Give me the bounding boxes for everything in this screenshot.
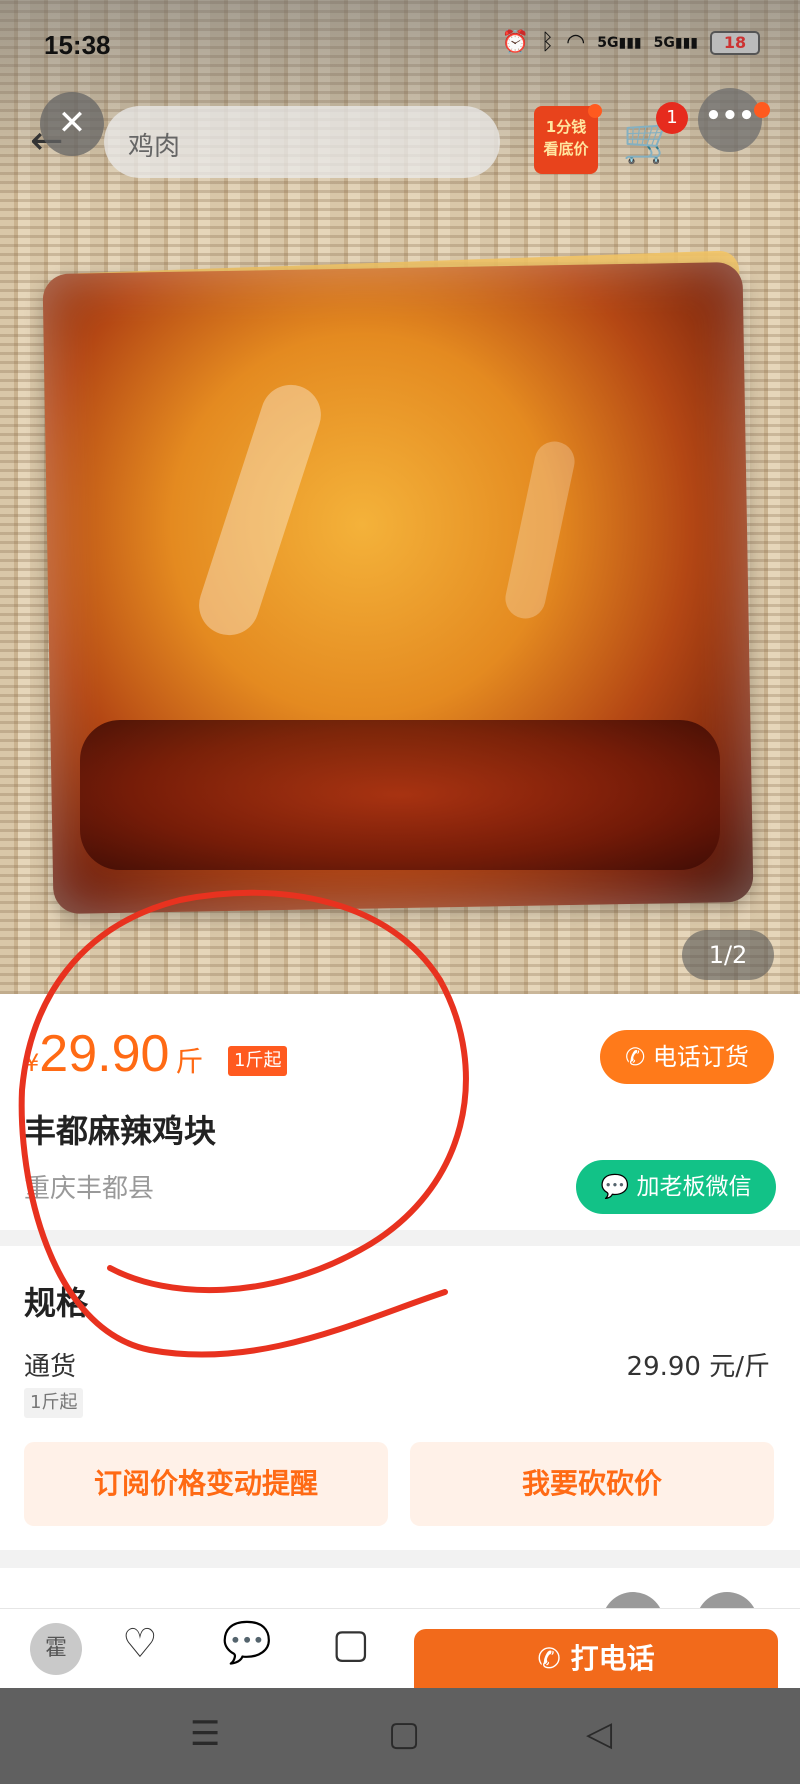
back-triangle-icon[interactable]: ◁ — [586, 1714, 612, 1754]
spec-price: 29.90 元/斤 — [626, 1352, 770, 1382]
add-wechat-label: 加老板微信 — [636, 1174, 752, 1200]
battery-icon: 18 — [710, 30, 760, 55]
next-section-peek — [0, 1568, 800, 1608]
price-value: 29.90 — [39, 1025, 170, 1083]
product-location: 重庆丰都县 — [24, 1174, 155, 1204]
promo-line: 1分钱 — [545, 118, 587, 136]
system-nav-bar: ☰ ▢ ◁ — [0, 1688, 800, 1784]
call-button[interactable]: ✆ 打电话 — [414, 1629, 778, 1689]
add-wechat-button[interactable]: 💬 加老板微信 — [576, 1160, 776, 1214]
wifi-icon: ◠ — [566, 30, 586, 55]
signal-icon: 5G▮▮▮ — [597, 34, 642, 51]
price-unit: 斤 — [175, 1045, 204, 1078]
status-time: 15:38 — [44, 30, 111, 60]
bargain-button[interactable]: 我要砍砍价 — [410, 1442, 774, 1526]
min-order-badge: 1斤起 — [228, 1046, 288, 1076]
lowest-price-promo-button[interactable]: 1分钱 看底价 — [534, 106, 598, 174]
subscribe-price-alert-button[interactable]: 订阅价格变动提醒 — [24, 1442, 388, 1526]
alarm-icon: ⏰ — [501, 30, 529, 55]
spec-heading: 规格 — [24, 1284, 89, 1322]
product-title: 丰都麻辣鸡块 — [24, 1112, 217, 1150]
heart-plus-icon[interactable]: ♡ — [122, 1621, 158, 1667]
cart-count-badge: 1 — [656, 102, 688, 134]
phone-icon: ✆ — [625, 1043, 646, 1071]
status-bar: 15:38 ⏰ ᛒ ◠ 5G▮▮▮ 5G▮▮▮ 18 — [0, 0, 800, 92]
status-icons: ⏰ ᛒ ◠ 5G▮▮▮ 5G▮▮▮ 18 — [501, 30, 760, 55]
call-order-button[interactable]: ✆ 电话订货 — [600, 1030, 774, 1084]
menu-icon[interactable]: ☰ — [190, 1714, 220, 1754]
image-page-indicator: 1/2 — [682, 930, 774, 980]
bag-bottom — [80, 720, 720, 870]
price: ¥ 29.90 斤 — [24, 1024, 203, 1084]
avatar[interactable]: 霍 — [30, 1623, 82, 1675]
chat-icon[interactable]: ▢ — [332, 1621, 370, 1667]
product-info: ¥ 29.90 斤 1斤起 ✆ 电话订货 丰都麻辣鸡块 重庆丰都县 💬 加老板微… — [0, 994, 800, 1230]
close-icon[interactable]: ✕ — [40, 92, 104, 156]
wechat-icon[interactable]: 💬 — [222, 1619, 272, 1666]
spec-section: 规格 通货 29.90 元/斤 1斤起 订阅价格变动提醒 我要砍砍价 — [0, 1246, 800, 1550]
more-dot — [754, 102, 770, 118]
call-order-label: 电话订货 — [652, 1043, 749, 1071]
spec-min-order: 1斤起 — [24, 1388, 84, 1418]
home-icon[interactable]: ▢ — [388, 1714, 420, 1754]
search-text: 鸡肉 — [128, 132, 181, 162]
spec-name: 通货 — [24, 1352, 77, 1382]
more-icon[interactable]: ••• — [698, 88, 762, 152]
wechat-icon: 💬 — [600, 1174, 630, 1200]
phone-icon: ✆ — [537, 1642, 561, 1675]
signal-icon: 5G▮▮▮ — [653, 34, 698, 51]
bottom-action-bar: 霍 ♡ 💬 ▢ ✆ 打电话 — [0, 1608, 800, 1689]
top-nav: ← ✕ 鸡肉 1分钱 看底价 🛒 1 ••• — [0, 88, 800, 188]
search-input[interactable]: 鸡肉 — [104, 106, 500, 178]
promo-line: 看底价 — [543, 140, 589, 158]
promo-dot — [588, 104, 602, 118]
call-label: 打电话 — [570, 1642, 655, 1675]
bluetooth-icon: ᛒ — [540, 30, 555, 55]
currency-symbol: ¥ — [24, 1049, 40, 1077]
